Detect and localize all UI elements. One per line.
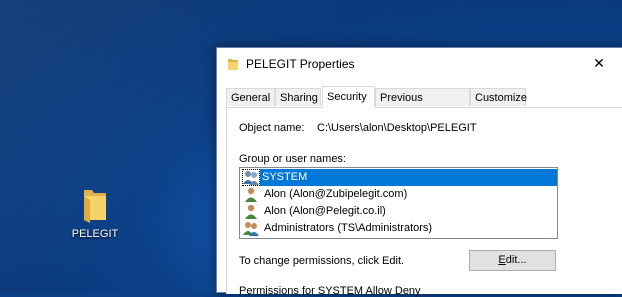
edit-button[interactable]: Edit... — [469, 250, 556, 271]
edit-button-mnemonic: E — [498, 254, 506, 266]
window-title: PELEGIT Properties — [246, 57, 355, 71]
tab-sharing[interactable]: Sharing — [275, 88, 321, 106]
folder-icon — [227, 57, 239, 71]
title-bar[interactable]: PELEGIT Properties ✕ — [217, 48, 622, 79]
properties-dialog: PELEGIT Properties ✕ General Sharing Sec… — [216, 47, 622, 297]
close-button[interactable]: ✕ — [576, 48, 622, 79]
edit-button-suffix: dit... — [505, 254, 527, 266]
tab-general[interactable]: General — [226, 88, 275, 106]
user-name: SYSTEM — [260, 169, 557, 186]
group-user-list[interactable]: SYSTEM Alon (Alon@Zubipelegit.com) Alon … — [239, 167, 558, 239]
close-icon: ✕ — [593, 55, 605, 71]
user-name: Administrators (TS\Administrators) — [264, 222, 433, 234]
desktop-folder-pelegit[interactable]: PELEGIT — [64, 184, 126, 240]
object-name-label: Object name: — [239, 122, 305, 134]
user-icon — [243, 204, 259, 219]
user-name: Alon (Alon@Pelegit.co.il) — [264, 205, 386, 217]
list-item-alon-zubipelegit[interactable]: Alon (Alon@Zubipelegit.com) — [242, 186, 555, 203]
group-user-label: Group or user names: — [239, 153, 346, 165]
tab-previous-versions[interactable]: Previous Versions — [375, 88, 470, 122]
security-panel: Object name: C:\Users\alon\Desktop\PELEG… — [226, 107, 622, 297]
permissions-header-clipped: Permissions for SYSTEM Allow Deny — [239, 285, 421, 297]
list-item-system[interactable]: SYSTEM — [242, 169, 557, 186]
users-group-icon — [242, 169, 260, 186]
user-name: Alon (Alon@Zubipelegit.com) — [264, 188, 408, 200]
users-group-icon — [243, 221, 259, 236]
desktop-icon-label: PELEGIT — [71, 228, 119, 240]
user-icon — [243, 187, 259, 202]
folder-icon — [80, 184, 110, 224]
tab-security[interactable]: Security — [322, 86, 375, 108]
tab-customize[interactable]: Customize — [470, 88, 527, 106]
list-item-administrators[interactable]: Administrators (TS\Administrators) — [242, 220, 555, 237]
list-item-alon-pelegit[interactable]: Alon (Alon@Pelegit.co.il) — [242, 203, 555, 220]
object-name-value: C:\Users\alon\Desktop\PELEGIT — [317, 122, 477, 134]
change-permissions-text: To change permissions, click Edit. — [239, 255, 405, 267]
